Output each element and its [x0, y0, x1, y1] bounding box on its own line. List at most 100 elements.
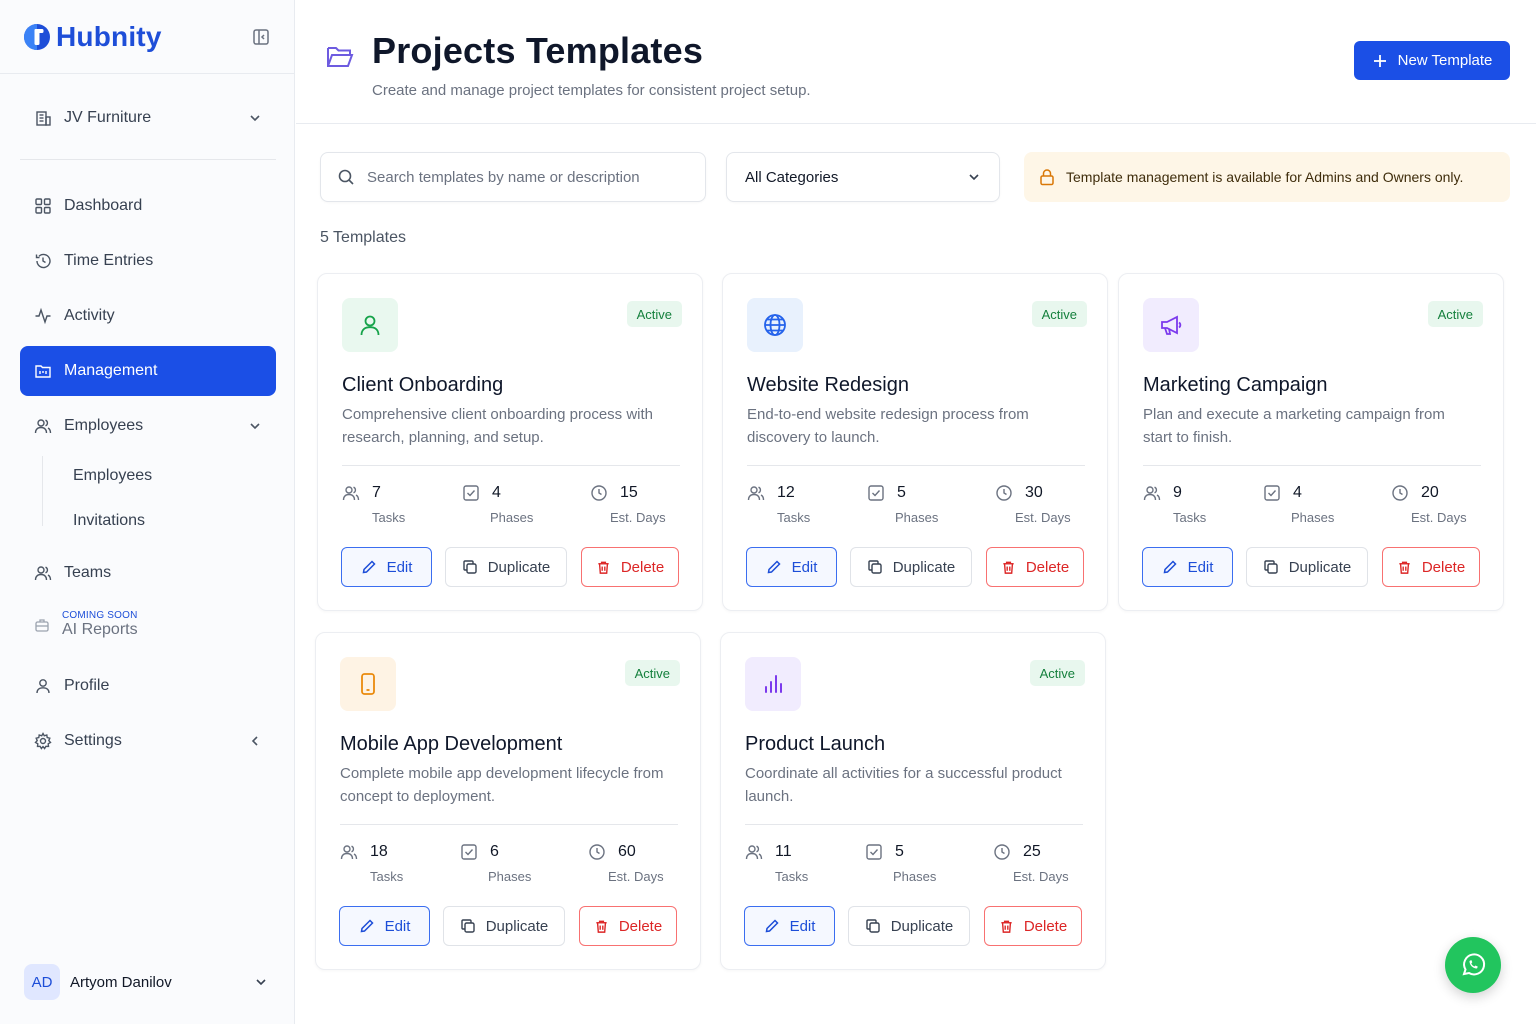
delete-button[interactable]: Delete: [581, 547, 679, 587]
edit-button[interactable]: Edit: [746, 547, 837, 587]
duplicate-label: Duplicate: [487, 558, 551, 576]
card-divider: [745, 824, 1083, 825]
new-template-button[interactable]: New Template: [1354, 41, 1510, 80]
avatar: AD: [24, 964, 60, 1000]
permission-notice: Template management is available for Adm…: [1024, 152, 1510, 202]
sidebar-item-label: Employees: [64, 417, 144, 434]
users-icon: [747, 484, 765, 502]
coming-soon-label: COMING SOON: [62, 610, 138, 621]
search-input[interactable]: Search templates by name or description: [320, 152, 706, 202]
pencil-icon: [362, 560, 376, 574]
user-menu[interactable]: AD Artyom Danilov: [20, 960, 276, 1004]
stat-phases-value: 5: [897, 484, 906, 501]
sidebar-subitem-invitations[interactable]: Invitations: [73, 512, 145, 530]
stat-tasks-value: 11: [775, 843, 792, 860]
template-title: Product Launch: [745, 733, 886, 755]
sidebar-item-time-entries[interactable]: Time Entries: [20, 237, 276, 285]
sidebar-item-ai-reports: COMING SOON AI Reports: [20, 610, 276, 639]
status-badge: Active: [1031, 301, 1087, 327]
stat-tasks-value: 18: [370, 843, 388, 860]
sidebar-item-dashboard[interactable]: Dashboard: [20, 182, 276, 230]
pencil-icon: [767, 560, 781, 574]
template-description: End-to-end website redesign process from…: [747, 406, 1029, 446]
sidebar-item-label: Profile: [64, 677, 110, 694]
card-divider: [747, 465, 1085, 466]
sidebar-item-management[interactable]: Management: [20, 346, 276, 396]
stat-phases-label: Phases: [895, 510, 939, 525]
template-card: Active Mobile App Development Complete m…: [315, 632, 701, 970]
duplicate-label: Duplicate: [890, 917, 954, 935]
sidebar-item-settings[interactable]: Settings: [20, 717, 276, 765]
copy-icon: [866, 919, 880, 933]
user-name: Artyom Danilov: [70, 973, 172, 991]
briefcase-icon: [34, 617, 50, 633]
template-description: Complete mobile app development lifecycl…: [340, 765, 664, 805]
stat-tasks: 18 Tasks: [340, 843, 403, 884]
template-icon-box: [1143, 298, 1199, 352]
sidebar-item-profile[interactable]: Profile: [20, 662, 276, 710]
submenu-line: [42, 456, 43, 526]
collapse-sidebar-button[interactable]: [250, 26, 272, 48]
clock-icon: [995, 484, 1013, 502]
delete-label: Delete: [618, 917, 663, 935]
user-icon: [357, 312, 383, 338]
logo[interactable]: Hubnity: [22, 21, 162, 53]
organization-selector[interactable]: JV Furniture: [20, 96, 276, 140]
template-title: Client Onboarding: [342, 374, 504, 396]
status-badge: Active: [1427, 301, 1483, 327]
stat-tasks-label: Tasks: [1173, 510, 1207, 525]
building-icon: [36, 111, 51, 126]
duplicate-button[interactable]: Duplicate: [443, 906, 565, 946]
checkbox-icon: [462, 484, 480, 502]
sidebar-item-activity[interactable]: Activity: [20, 292, 276, 340]
sidebar-item-label: Teams: [64, 564, 112, 581]
delete-button[interactable]: Delete: [984, 906, 1082, 946]
grid-icon: [34, 197, 52, 215]
pencil-icon: [360, 919, 374, 933]
category-value: All Categories: [745, 168, 839, 186]
organization-name: JV Furniture: [64, 109, 152, 126]
duplicate-button[interactable]: Duplicate: [848, 906, 970, 946]
checkbox-icon: [460, 843, 478, 861]
sidebar-item-label: Time Entries: [64, 252, 154, 269]
stat-phases-value: 4: [1293, 484, 1302, 501]
plus-icon: [1373, 54, 1386, 67]
template-card: Active Marketing Campaign Plan and execu…: [1118, 273, 1504, 611]
page-header: Projects Templates Create and manage pro…: [296, 0, 1536, 124]
stat-tasks: 7 Tasks: [342, 484, 405, 525]
sidebar-subitem-employees[interactable]: Employees: [73, 467, 152, 485]
whatsapp-chat-button[interactable]: [1445, 937, 1501, 993]
edit-button[interactable]: Edit: [341, 547, 432, 587]
page-title: Projects Templates: [372, 30, 704, 71]
stat-phases: 5 Phases: [865, 843, 936, 884]
copy-icon: [461, 919, 475, 933]
template-description: Coordinate all activities for a successf…: [745, 765, 1062, 805]
sidebar-item-employees[interactable]: Employees: [20, 402, 276, 450]
permission-notice-text: Template management is available for Adm…: [1066, 169, 1464, 185]
duplicate-button[interactable]: Duplicate: [1246, 547, 1368, 587]
category-select[interactable]: All Categories: [726, 152, 1000, 202]
status-badge: Active: [626, 301, 682, 327]
edit-button[interactable]: Edit: [339, 906, 430, 946]
megaphone-icon: [1158, 312, 1184, 338]
lock-icon: [1038, 168, 1056, 186]
edit-button[interactable]: Edit: [744, 906, 835, 946]
delete-button[interactable]: Delete: [986, 547, 1084, 587]
stat-days: 15 Est. Days: [590, 484, 666, 525]
pencil-icon: [765, 919, 779, 933]
edit-button[interactable]: Edit: [1142, 547, 1233, 587]
users-icon: [1143, 484, 1161, 502]
sidebar-item-teams[interactable]: Teams: [20, 549, 276, 597]
template-icon-box: [747, 298, 803, 352]
users-icon: [34, 564, 52, 582]
duplicate-button[interactable]: Duplicate: [850, 547, 972, 587]
delete-button[interactable]: Delete: [1382, 547, 1480, 587]
gear-icon: [34, 732, 52, 750]
delete-button[interactable]: Delete: [579, 906, 677, 946]
stat-phases: 6 Phases: [460, 843, 531, 884]
copy-icon: [868, 560, 882, 574]
clock-icon: [1391, 484, 1409, 502]
duplicate-button[interactable]: Duplicate: [445, 547, 567, 587]
chevron-down-icon: [250, 115, 260, 122]
template-description: Comprehensive client onboarding process …: [342, 406, 654, 446]
